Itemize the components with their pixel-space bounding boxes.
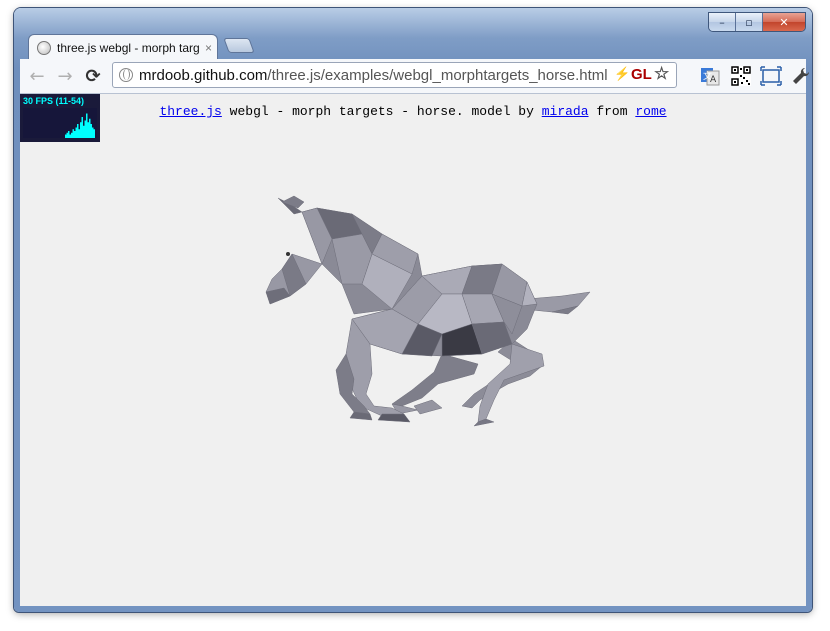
- fps-graph-bar: [72, 129, 74, 138]
- fps-graph-bar: [65, 134, 67, 138]
- globe-icon: [119, 68, 133, 82]
- fps-graph-bar: [77, 124, 79, 138]
- fps-graph-bar: [66, 132, 68, 138]
- threejs-link[interactable]: three.js: [159, 104, 221, 119]
- fps-graph-bar: [74, 131, 76, 138]
- fps-graph-bar: [78, 129, 80, 138]
- forward-button[interactable]: →: [54, 65, 76, 87]
- browser-toolbar: ← → ⟳ mrdoob.github.com/three.js/example…: [20, 59, 810, 94]
- wrench-icon[interactable]: [789, 64, 813, 88]
- fps-graph-bar: [92, 127, 94, 138]
- fps-graph-bar: [89, 118, 91, 138]
- translate-icon[interactable]: 文 A: [698, 64, 722, 88]
- fps-graph-bar: [84, 120, 86, 138]
- browser-tab[interactable]: three.js webgl - morph targ ×: [28, 34, 218, 60]
- svg-text:A: A: [710, 75, 717, 85]
- mirada-link[interactable]: mirada: [542, 104, 589, 119]
- star-icon[interactable]: ☆: [654, 64, 669, 84]
- window-controls: – ▫ ✕: [708, 12, 806, 32]
- fps-graph-bar: [90, 124, 92, 138]
- fps-graph-bar: [83, 125, 85, 138]
- fps-graph-bar: [75, 127, 77, 138]
- new-tab-button[interactable]: [223, 38, 255, 53]
- fps-graph-bar: [71, 132, 73, 138]
- tab-title: three.js webgl - morph targ: [57, 40, 199, 55]
- fps-graph-bar: [81, 117, 83, 138]
- fps-graph-bar: [87, 122, 89, 138]
- fps-graph-bar: [93, 129, 95, 138]
- lightning-icon[interactable]: ⚡: [614, 66, 630, 82]
- qr-code-icon[interactable]: [729, 64, 753, 88]
- fps-graph-bar: [80, 122, 82, 138]
- close-window-button[interactable]: ✕: [763, 13, 805, 31]
- reload-button[interactable]: ⟳: [82, 65, 104, 87]
- gl-badge[interactable]: GL: [631, 66, 652, 83]
- info-text-1: webgl - morph targets - horse. model by: [221, 104, 542, 119]
- fps-graph-bar: [69, 134, 71, 138]
- rome-link[interactable]: rome: [635, 104, 666, 119]
- fps-graph-bar: [68, 131, 70, 138]
- back-button[interactable]: ←: [26, 65, 48, 87]
- browser-window: – ▫ ✕ three.js webgl - morph targ × ← → …: [14, 8, 812, 612]
- tab-close-icon[interactable]: ×: [205, 41, 212, 55]
- maximize-button[interactable]: ▫: [736, 13, 763, 31]
- url-text[interactable]: mrdoob.github.com/three.js/examples/webg…: [139, 67, 608, 84]
- info-caption: three.js webgl - morph targets - horse. …: [20, 104, 806, 119]
- minimize-button[interactable]: –: [709, 13, 736, 31]
- page-content: 30 FPS (11-54) three.js webgl - morph ta…: [20, 94, 806, 606]
- fullscreen-icon[interactable]: [759, 64, 783, 88]
- info-text-2: from: [588, 104, 636, 119]
- address-bar[interactable]: mrdoob.github.com/three.js/examples/webg…: [112, 62, 677, 88]
- globe-icon: [37, 40, 51, 55]
- horse-3d-model: [265, 195, 591, 427]
